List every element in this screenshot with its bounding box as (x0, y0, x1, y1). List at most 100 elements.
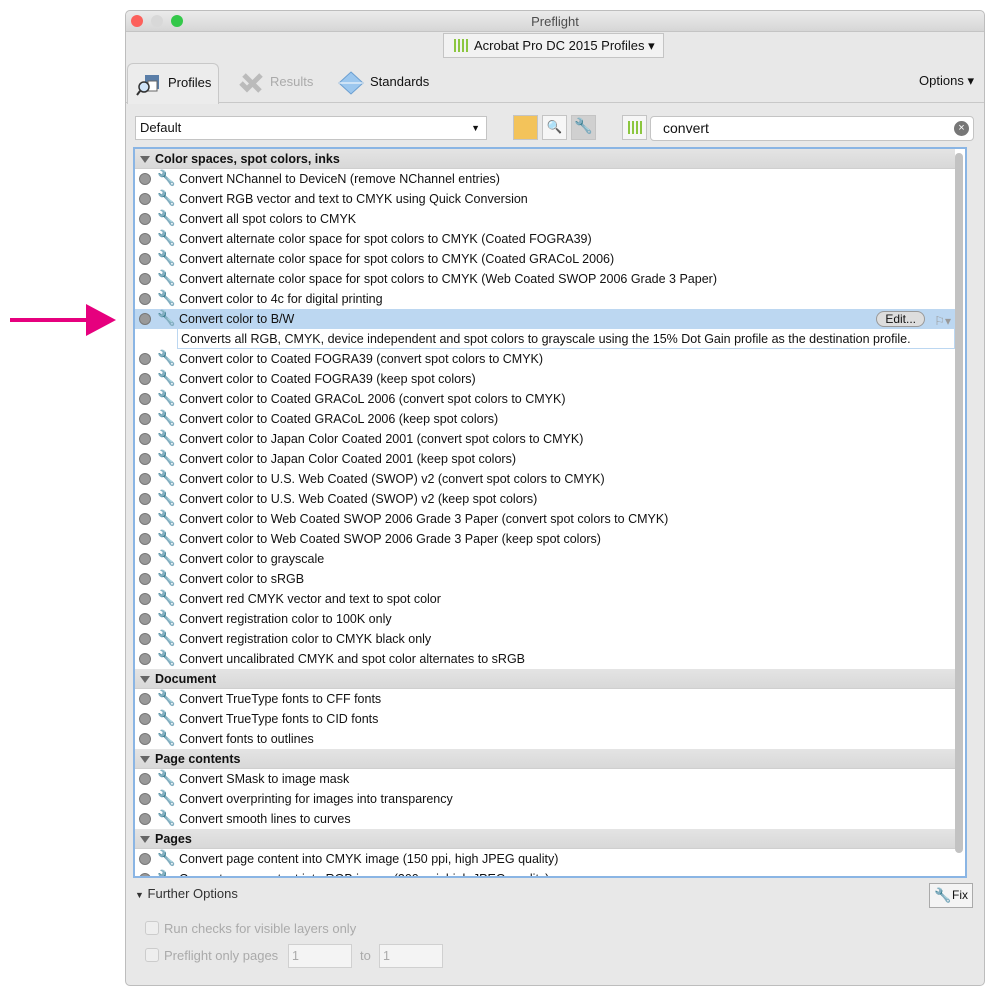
list-item[interactable]: 🔧 Convert TrueType fonts to CFF fonts (135, 689, 955, 709)
title-bar: Preflight (126, 11, 984, 32)
tab-standards[interactable]: Standards (330, 63, 429, 103)
group-header[interactable]: Color spaces, spot colors, inks (135, 149, 955, 169)
wrench-icon: 🔧 (157, 610, 176, 627)
item-label: Convert color to Web Coated SWOP 2006 Gr… (179, 532, 601, 546)
category-dropdown[interactable]: Default ▼ (135, 116, 487, 140)
check-icon (139, 573, 151, 585)
check-icon (139, 453, 151, 465)
wrench-icon: 🔧 (574, 118, 593, 135)
to-page-input[interactable]: 1 (379, 944, 443, 968)
tab-results[interactable]: Results (230, 63, 313, 103)
item-label: Convert page content into CMYK image (15… (179, 852, 559, 866)
from-page-input[interactable]: 1 (288, 944, 352, 968)
scrollbar[interactable] (955, 153, 963, 853)
list-item[interactable]: 🔧 Convert registration color to CMYK blac… (135, 629, 955, 649)
list-item[interactable]: 🔧 Convert color to Coated FOGRA39 (conver… (135, 349, 955, 369)
list-item[interactable]: 🔧 Convert color to grayscale (135, 549, 955, 569)
list-item[interactable]: 🔧 Convert color to Coated GRACoL 2006 (co… (135, 389, 955, 409)
item-description: Converts all RGB, CMYK, device independe… (177, 329, 955, 349)
check-icon (139, 613, 151, 625)
flag-icon[interactable]: ⚐▾ (934, 311, 951, 331)
item-label: Convert color to U.S. Web Coated (SWOP) … (179, 472, 605, 486)
tab-label: Standards (370, 74, 430, 89)
visible-layers-checkbox[interactable]: Run checks for visible layers only (145, 921, 356, 936)
further-options-label: Further Options (147, 886, 238, 901)
list-item[interactable]: 🔧 Convert color to Coated GRACoL 2006 (ke… (135, 409, 955, 429)
list-item[interactable]: 🔧 Convert color to U.S. Web Coated (SWOP)… (135, 469, 955, 489)
list-item[interactable]: 🔧 Convert page content into CMYK image (1… (135, 849, 955, 869)
wrench-icon: 🔧 (157, 350, 176, 367)
group-header[interactable]: Pages (135, 829, 955, 849)
list-item[interactable]: 🔧 Convert red CMYK vector and text to spo… (135, 589, 955, 609)
chevron-down-icon: ▼ (471, 123, 480, 133)
wrench-icon: 🔧 (157, 210, 176, 227)
list-item[interactable]: 🔧 Convert NChannel to DeviceN (remove NCh… (135, 169, 955, 189)
list-item[interactable]: 🔧 Convert alternate color space for spot … (135, 269, 955, 289)
list-item[interactable]: 🔧 Convert color to B/W Edit... ⚐▾ (135, 309, 955, 329)
library-label: Acrobat Pro DC 2015 Profiles (474, 38, 645, 53)
select-profiles-button[interactable] (513, 115, 538, 140)
fix-button[interactable]: 🔧 Fix (929, 883, 973, 908)
list-item[interactable]: 🔧 Convert color to 4c for digital printin… (135, 289, 955, 309)
further-options-toggle[interactable]: ▼ Further Options (135, 886, 238, 901)
edit-button[interactable]: Edit... (876, 311, 925, 327)
list-item[interactable]: 🔧 Convert color to Web Coated SWOP 2006 G… (135, 509, 955, 529)
tab-label: Profiles (168, 75, 212, 90)
check-icon (139, 433, 151, 445)
item-label: Convert registration color to 100K only (179, 612, 392, 626)
minimize-button[interactable] (151, 15, 163, 27)
list-item[interactable]: 🔧 Convert overprinting for images into tr… (135, 789, 955, 809)
list-item[interactable]: 🔧 Convert color to U.S. Web Coated (SWOP)… (135, 489, 955, 509)
item-label: Convert color to B/W (179, 312, 295, 326)
library-dropdown[interactable]: Acrobat Pro DC 2015 Profiles ▾ (443, 33, 664, 58)
search-input[interactable]: convert × (650, 116, 974, 141)
tab-profiles[interactable]: Profiles (127, 63, 219, 104)
item-label: Convert color to Japan Color Coated 2001… (179, 432, 584, 446)
list-item[interactable]: 🔧 Convert alternate color space for spot … (135, 229, 955, 249)
list-item[interactable]: 🔧Convert page content into RGB image (30… (135, 869, 955, 876)
check-icon (139, 653, 151, 665)
checks-filter-button[interactable]: 🔍 (542, 115, 567, 140)
library-filter-button[interactable] (622, 115, 647, 140)
check-icon (139, 713, 151, 725)
list-item[interactable]: 🔧 Convert color to Web Coated SWOP 2006 G… (135, 529, 955, 549)
check-icon (139, 373, 151, 385)
list-item[interactable]: 🔧 Convert uncalibrated CMYK and spot colo… (135, 649, 955, 669)
check-icon (139, 173, 151, 185)
list-item[interactable]: 🔧 Convert TrueType fonts to CID fonts (135, 709, 955, 729)
item-label: Convert red CMYK vector and text to spot… (179, 592, 441, 606)
group-header[interactable]: Document (135, 669, 955, 689)
item-label: Convert SMask to image mask (179, 772, 350, 786)
group-header[interactable]: Page contents (135, 749, 955, 769)
fixups-filter-button[interactable]: 🔧 (571, 115, 596, 140)
list-item[interactable]: 🔧 Convert color to Coated FOGRA39 (keep s… (135, 369, 955, 389)
checkbox-label: Run checks for visible layers only (164, 921, 357, 936)
list-item[interactable]: 🔧 Convert fonts to outlines (135, 729, 955, 749)
check-icon (139, 473, 151, 485)
wrench-icon: 🔧 (157, 390, 176, 407)
check-icon (139, 793, 151, 805)
check-icon (139, 273, 151, 285)
item-label: Convert RGB vector and text to CMYK usin… (179, 192, 528, 206)
wrench-icon: 🔧 (157, 190, 176, 207)
list-item[interactable]: 🔧 Convert SMask to image mask (135, 769, 955, 789)
close-button[interactable] (131, 15, 143, 27)
only-pages-checkbox[interactable]: Preflight only pages (145, 948, 278, 963)
clear-search-icon[interactable]: × (954, 121, 969, 136)
zoom-button[interactable] (171, 15, 183, 27)
wrench-icon: 🔧 (157, 470, 176, 487)
list-item[interactable]: 🔧 Convert color to Japan Color Coated 200… (135, 429, 955, 449)
wrench-icon: 🔧 (157, 170, 176, 187)
list-item[interactable]: 🔧 Convert registration color to 100K only (135, 609, 955, 629)
checkbox[interactable] (145, 921, 159, 935)
list-item[interactable]: 🔧 Convert all spot colors to CMYK (135, 209, 955, 229)
list-item[interactable]: 🔧 Convert alternate color space for spot … (135, 249, 955, 269)
list-item[interactable]: 🔧 Convert color to sRGB (135, 569, 955, 589)
list-item[interactable]: 🔧 Convert smooth lines to curves (135, 809, 955, 829)
check-icon (139, 873, 151, 876)
list-item[interactable]: 🔧 Convert color to Japan Color Coated 200… (135, 449, 955, 469)
wrench-icon: 🔧 (157, 310, 176, 327)
list-item[interactable]: 🔧 Convert RGB vector and text to CMYK usi… (135, 189, 955, 209)
options-menu[interactable]: Options ▾ (919, 73, 974, 89)
checkbox[interactable] (145, 948, 159, 962)
